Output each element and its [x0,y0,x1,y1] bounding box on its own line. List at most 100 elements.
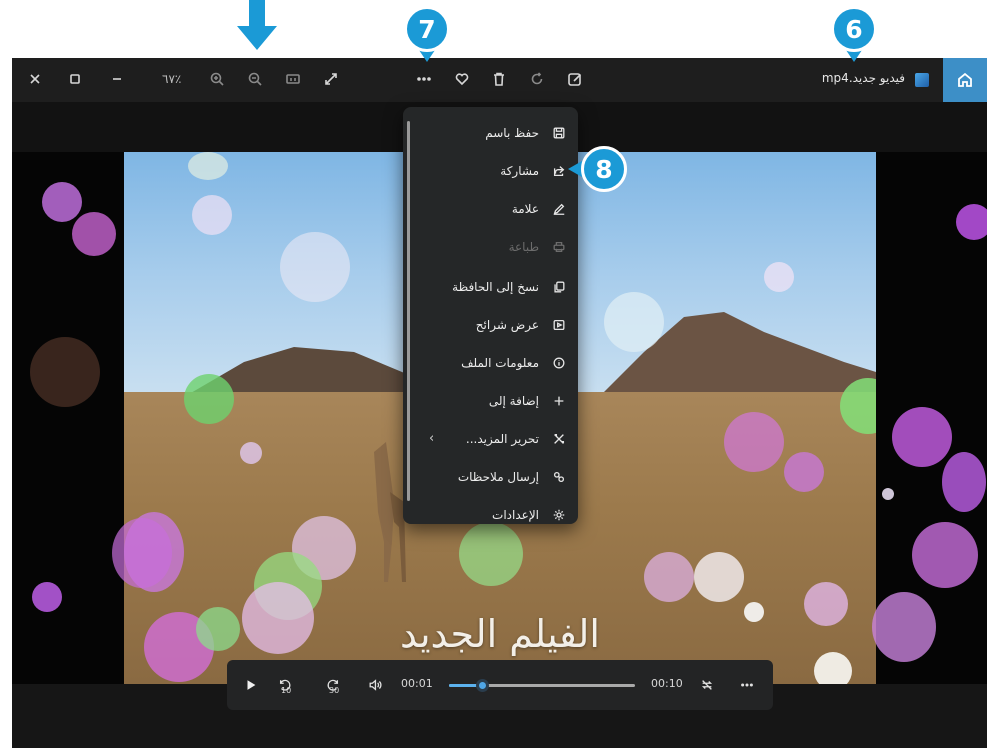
menu-item-add-to[interactable]: إضافة إلى [415,383,571,419]
video-file-icon [915,73,929,87]
zoom-percentage: ٦٧٪ [162,72,182,86]
bokeh-light [184,374,234,424]
actual-size-button[interactable] [278,64,308,94]
seek-thumb[interactable] [476,679,490,692]
menu-item-label: حفظ باسم [485,126,539,140]
menu-item-label: تحرير المزيد... [465,432,539,446]
menu-item-label: إضافة إلى [488,394,539,408]
edit-image-button[interactable] [560,64,590,94]
bokeh-light [644,552,694,602]
menu-scrollbar[interactable] [407,121,410,501]
bokeh-light [42,182,82,222]
maximize-window-button[interactable] [60,64,90,94]
delete-button[interactable] [484,64,514,94]
bokeh-light [764,262,794,292]
close-icon [30,74,40,84]
repeat-toggle-button[interactable] [697,675,717,695]
bokeh-light [882,488,894,500]
edit-more-icon [551,431,567,447]
settings-gear-icon [551,507,567,523]
bokeh-light [956,204,987,240]
menu-item-print[interactable]: طباعة [415,229,571,265]
bokeh-light [280,232,350,302]
volume-button[interactable] [365,675,385,695]
zoom-out-icon [248,72,262,86]
info-icon [551,355,567,371]
more-options-button[interactable] [409,64,439,94]
bokeh-light [240,442,262,464]
callout-badge-6: 6 [831,6,877,52]
menu-item-label: عرض شرائح [475,318,539,332]
bokeh-light [872,592,936,662]
plus-icon [551,393,567,409]
callout-badge-8: 8 [581,146,627,192]
bokeh-light [912,522,978,588]
total-time: 00:10 [651,677,683,690]
callout-badge-7: 7 [404,6,450,52]
ellipsis-icon [417,77,431,81]
actual-size-icon [286,74,300,84]
minimize-window-button[interactable] [102,64,132,94]
menu-item-save-as[interactable]: حفظ باسم [415,115,571,151]
bokeh-light [192,195,232,235]
rotate-button[interactable] [522,64,552,94]
menu-item-label: علامة [511,202,539,216]
bokeh-light [694,552,744,602]
rotate-icon [531,72,543,85]
menu-item-label: معلومات الملف [461,356,539,370]
bokeh-light [604,292,664,352]
bokeh-light [784,452,824,492]
menu-item-send-feedback[interactable]: إرسال ملاحظات [415,459,571,495]
menu-item-label: نسخ إلى الحافظة [452,280,539,294]
slideshow-icon [551,317,567,333]
menu-item-edit-more[interactable]: ‹ تحرير المزيد... [415,421,571,457]
repeat-off-icon [701,680,713,690]
bokeh-light [30,337,100,407]
minimize-icon [113,78,121,80]
more-options-menu: حفظ باسم مشاركة علامة طباعة نسخ إلى الحا… [403,107,578,524]
menu-item-slideshow[interactable]: عرض شرائح [415,307,571,343]
menu-item-copy-clipboard[interactable]: نسخ إلى الحافظة [415,269,571,305]
ellipsis-icon [741,683,753,687]
volume-icon [369,679,382,691]
menu-item-label: إرسال ملاحظات [457,470,539,484]
trash-icon [494,72,504,86]
home-button[interactable] [943,58,987,102]
menu-item-share[interactable]: مشاركة [415,153,571,189]
forward-seconds: 30 [329,686,340,695]
save-icon [551,125,567,141]
current-time: 00:01 [401,677,433,690]
bokeh-light [814,652,852,684]
zoom-out-button[interactable] [240,64,270,94]
menu-item-settings[interactable]: الإعدادات [415,497,571,533]
heart-icon [455,73,469,86]
play-icon [247,680,256,690]
seek-bar[interactable] [449,679,635,692]
menu-item-markup[interactable]: علامة [415,191,571,227]
favorite-button[interactable] [447,64,477,94]
bokeh-light [32,582,62,612]
print-icon [551,239,567,255]
play-button[interactable] [241,675,261,695]
bokeh-light [112,518,172,588]
bokeh-light [724,412,784,472]
fullscreen-button[interactable] [316,64,346,94]
bokeh-light [892,407,952,467]
menu-item-label: مشاركة [500,164,539,178]
annotation-down-arrow-icon [237,0,277,50]
zoom-in-icon [210,72,224,86]
chevron-left-icon: ‹ [429,431,435,446]
bokeh-light [72,212,116,256]
menu-item-file-info[interactable]: معلومات الملف [415,345,571,381]
close-window-button[interactable] [20,64,50,94]
feedback-icon [551,469,567,485]
callout-pointer [568,161,582,177]
screenshot-stage: ٦٧٪ فيديو جديد.mp4 الفيلم الجديد حفظ باس… [0,0,992,748]
media-player-controls: 10 30 00:01 00:10 [227,660,773,710]
home-icon [958,72,972,87]
zoom-in-button[interactable] [202,64,232,94]
share-icon [551,163,567,179]
rewind-seconds: 10 [281,686,292,695]
player-more-button[interactable] [737,675,757,695]
bokeh-light [942,452,986,512]
